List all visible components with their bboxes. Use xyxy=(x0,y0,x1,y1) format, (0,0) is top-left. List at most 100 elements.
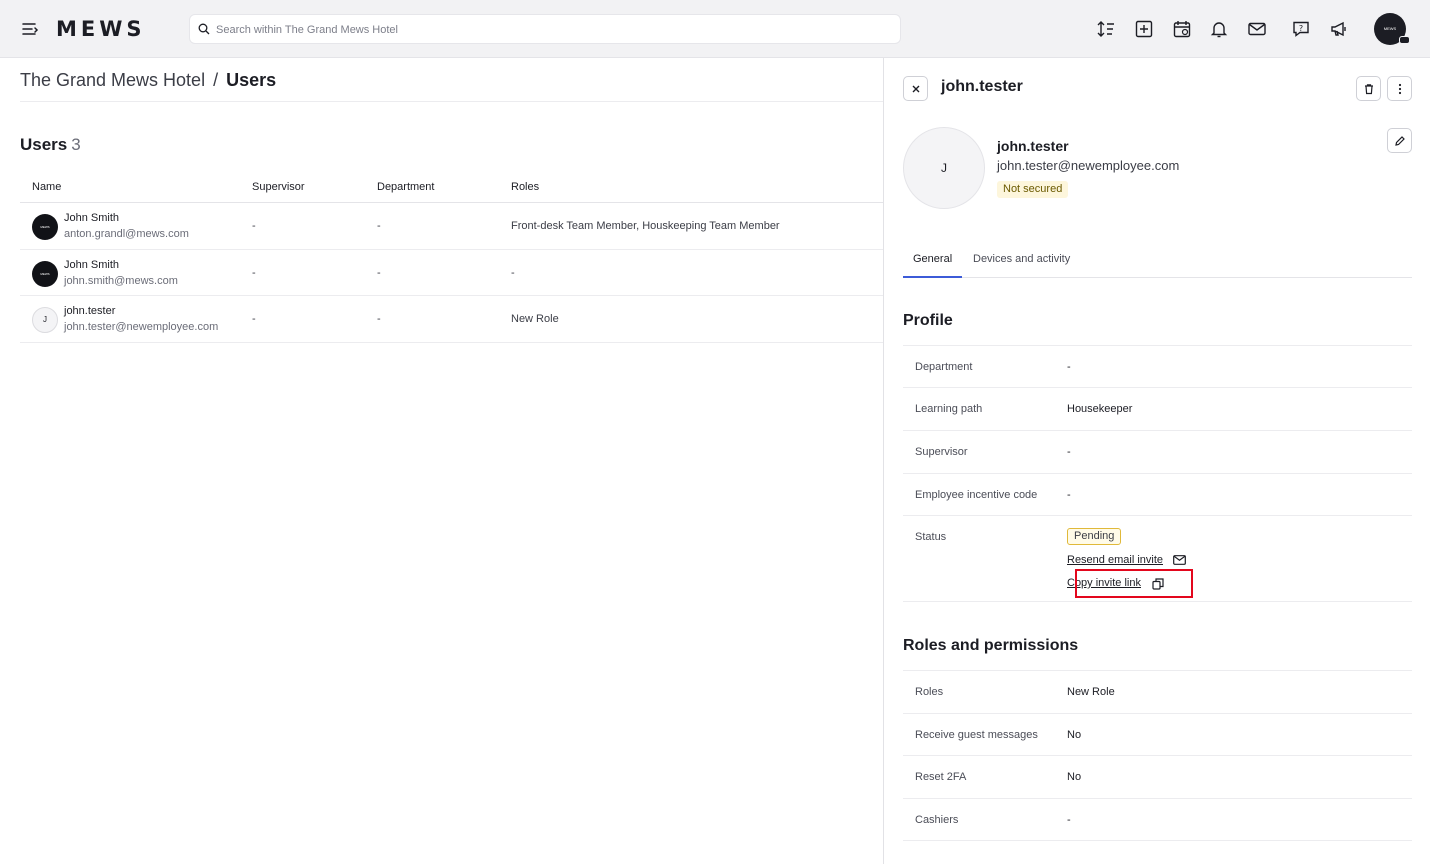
highlight-box xyxy=(1075,569,1193,598)
field-label: Reset 2FA xyxy=(915,771,967,783)
profile-heading: Profile xyxy=(903,312,953,329)
column-supervisor[interactable]: Supervisor xyxy=(252,181,305,193)
user-avatar: J xyxy=(32,307,58,333)
user-supervisor: - xyxy=(252,266,256,279)
sort-icon[interactable] xyxy=(1096,19,1116,39)
breadcrumb-hotel[interactable]: The Grand Mews Hotel xyxy=(20,70,205,90)
field-label: Cashiers xyxy=(915,814,959,826)
search-bar xyxy=(189,14,901,44)
user-roles: - xyxy=(511,266,515,279)
user-avatar: MEWS xyxy=(32,214,58,240)
field-row-department: Department - xyxy=(903,345,1412,387)
menu-icon[interactable] xyxy=(20,19,40,39)
trash-icon xyxy=(1365,84,1373,95)
field-label: Department xyxy=(915,361,973,373)
user-name: John Smith xyxy=(64,258,120,271)
field-value: - xyxy=(1067,489,1071,501)
users-title: Users xyxy=(20,135,68,154)
field-label: Supervisor xyxy=(915,446,968,458)
table-header: Name Supervisor Department Roles xyxy=(20,173,883,203)
user-detail-panel: john.tester J john.tester john.tester@ne… xyxy=(883,58,1430,864)
user-email: john.tester@newemployee.com xyxy=(64,321,219,333)
security-badge: Not secured xyxy=(997,181,1069,198)
user-department: - xyxy=(377,220,381,232)
table-row[interactable]: MEWS John Smith john.smith@mews.com - - … xyxy=(20,250,883,296)
field-label: Receive guest messages xyxy=(915,729,1038,741)
field-label: Learning path xyxy=(915,403,983,415)
field-value: - xyxy=(1067,361,1071,373)
field-label: Roles xyxy=(915,686,944,698)
field-row-cashiers: Cashiers - xyxy=(903,798,1412,841)
more-vertical-icon xyxy=(1398,83,1402,95)
svg-text:?: ? xyxy=(1299,24,1303,33)
user-department: - xyxy=(377,266,381,279)
status-badge: Pending xyxy=(1067,528,1122,545)
column-name[interactable]: Name xyxy=(32,181,61,193)
field-value: - xyxy=(1067,446,1071,458)
megaphone-icon[interactable] xyxy=(1329,19,1349,39)
delete-button[interactable] xyxy=(1356,76,1381,101)
users-main: The Grand Mews Hotel / Users Users 3 Name S… xyxy=(0,58,883,864)
field-row-status: Status Pending Resend email invite Copy … xyxy=(903,515,1412,602)
close-icon xyxy=(912,85,920,93)
user-avatar[interactable]: MEWS xyxy=(1374,13,1410,45)
status-indicator xyxy=(1399,36,1410,44)
divider xyxy=(20,101,883,102)
column-department[interactable]: Department xyxy=(377,181,434,193)
profile-avatar: J xyxy=(903,127,985,209)
column-roles[interactable]: Roles xyxy=(511,181,539,193)
roles-heading: Roles and permissions xyxy=(903,637,1079,654)
calendar-icon[interactable] xyxy=(1172,19,1192,39)
breadcrumb-current: Users xyxy=(226,70,277,90)
panel-title: john.tester xyxy=(941,78,1023,95)
user-avatar: MEWS xyxy=(32,260,58,287)
field-row-learning-path: Learning path Housekeeper xyxy=(903,387,1412,430)
top-bar: MEWS ? MEWS xyxy=(0,0,1430,58)
mail-icon xyxy=(1173,555,1186,565)
field-row-employee-incentive-code: Employee incentive code - xyxy=(903,473,1412,515)
user-roles: Front-desk Team Member, Houskeeping Team… xyxy=(511,220,780,232)
field-row-supervisor: Supervisor - xyxy=(903,430,1412,473)
user-supervisor: - xyxy=(252,220,256,232)
user-department: - xyxy=(377,313,381,325)
mail-icon[interactable] xyxy=(1247,19,1267,39)
more-options-button[interactable] xyxy=(1387,76,1412,101)
pencil-icon xyxy=(1395,136,1405,146)
user-roles: New Role xyxy=(511,313,559,325)
profile-email: john.tester@newemployee.com xyxy=(997,158,1180,173)
resend-email-invite-link[interactable]: Resend email invite xyxy=(1067,554,1186,566)
tab-general[interactable]: General xyxy=(903,253,963,278)
user-supervisor: - xyxy=(252,313,256,325)
edit-button[interactable] xyxy=(1387,128,1412,153)
user-name: john.tester xyxy=(64,305,116,317)
tab-devices-and-activity[interactable]: Devices and activity xyxy=(973,253,1070,278)
field-label: Status xyxy=(915,531,947,543)
users-table: Name Supervisor Department Roles MEWS Jo… xyxy=(20,173,883,343)
search-input[interactable] xyxy=(216,19,886,41)
field-label: Employee incentive code xyxy=(915,489,1038,501)
table-row[interactable]: J john.tester john.tester@newemployee.co… xyxy=(20,296,883,343)
profile-name: john.tester xyxy=(997,138,1069,154)
users-count: 3 xyxy=(71,135,81,154)
bell-icon[interactable] xyxy=(1209,19,1229,39)
user-email: john.smith@mews.com xyxy=(64,274,178,287)
search-icon xyxy=(198,23,210,35)
avatar-label: MEWS xyxy=(1383,26,1397,31)
field-value: No xyxy=(1067,771,1082,783)
field-row-roles: Roles New Role xyxy=(903,670,1412,713)
field-value: - xyxy=(1067,814,1071,826)
field-row-reset-2fa: Reset 2FA No xyxy=(903,755,1412,798)
panel-tabs: General Devices and activity xyxy=(903,246,1412,278)
add-icon[interactable] xyxy=(1134,19,1154,39)
mews-logo[interactable]: MEWS xyxy=(56,17,146,41)
user-email: anton.grandl@mews.com xyxy=(64,228,189,240)
users-heading: Users 3 xyxy=(20,135,81,155)
table-row[interactable]: MEWS John Smith anton.grandl@mews.com - … xyxy=(20,203,883,250)
help-chat-icon[interactable]: ? xyxy=(1291,19,1311,39)
field-value: No xyxy=(1067,729,1082,741)
resend-email-invite-label: Resend email invite xyxy=(1067,554,1163,566)
close-button[interactable] xyxy=(903,76,928,101)
user-name: John Smith xyxy=(64,212,120,224)
breadcrumb: The Grand Mews Hotel / Users xyxy=(20,68,276,92)
field-value: New Role xyxy=(1067,686,1115,698)
